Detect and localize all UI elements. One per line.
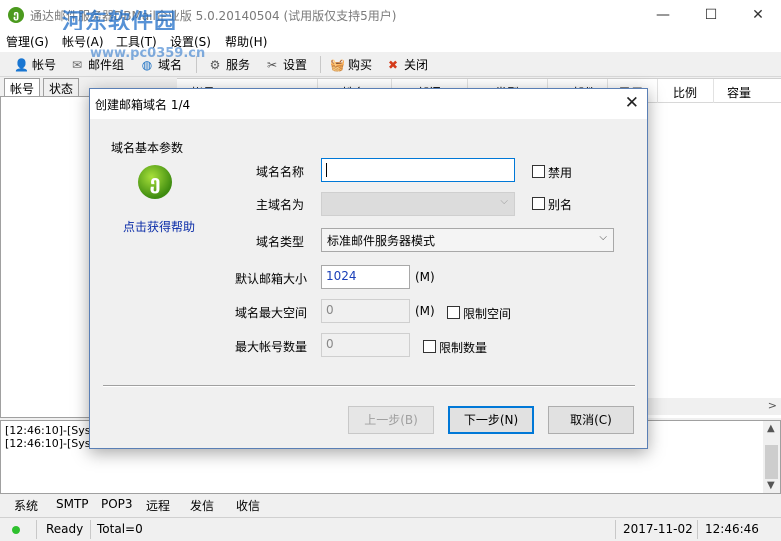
max-space-unit: (M)	[415, 304, 435, 318]
service-gear-icon: ⚙	[209, 57, 221, 72]
default-mailbox-unit: (M)	[415, 270, 435, 284]
basket-icon: 🧺	[330, 57, 345, 72]
alias-checkbox-label: 别名	[548, 198, 573, 212]
domain-type-label: 域名类型	[256, 235, 305, 249]
tab-remote[interactable]: 远程	[146, 497, 170, 514]
limit-space-checkbox[interactable]	[447, 306, 460, 319]
cancel-button[interactable]: 取消(C)	[548, 406, 634, 434]
help-link[interactable]: 点击获得帮助	[123, 218, 195, 235]
toolbar-service-button[interactable]: ⚙ 服务	[208, 55, 250, 74]
column-divider	[713, 79, 714, 103]
status-bar: Ready Total=0 2017-11-02 12:46:46	[0, 517, 781, 541]
max-accounts-input[interactable]: 0	[321, 333, 410, 357]
limit-accounts-checkbox[interactable]	[423, 340, 436, 353]
domain-type-value: 标准邮件服务器模式	[327, 234, 436, 248]
scroll-thumb[interactable]	[765, 445, 778, 479]
close-window-button[interactable]: ✕	[735, 0, 781, 30]
domain-type-select[interactable]: 标准邮件服务器模式 ⌵	[321, 228, 614, 252]
toolbar-settings-label: 设置	[283, 58, 308, 72]
toolbar-separator	[320, 56, 321, 73]
tab-pop3[interactable]: POP3	[101, 497, 133, 511]
tools-icon: ✂	[266, 57, 278, 72]
main-domain-select[interactable]: ⌵	[321, 192, 515, 216]
dialog-title: 创建邮箱域名 1/4	[95, 98, 191, 112]
domain-name-input[interactable]	[321, 158, 515, 182]
status-separator	[90, 520, 91, 539]
main-domain-label: 主域名为	[256, 198, 305, 212]
toolbar-account-label: 帐号	[32, 58, 57, 72]
status-state: Ready	[46, 522, 84, 536]
toolbar-account-button[interactable]: 👤 帐号	[14, 55, 56, 74]
scroll-up-icon[interactable]: ▲	[767, 423, 775, 434]
tab-receive[interactable]: 收信	[236, 497, 260, 514]
close-x-icon: ✖	[387, 57, 399, 72]
toolbar-service-label: 服务	[226, 58, 251, 72]
toolbar-buy-label: 购买	[348, 58, 373, 72]
col-capacity[interactable]: 容量	[727, 84, 751, 101]
status-date: 2017-11-02	[623, 522, 693, 536]
menu-help[interactable]: 帮助(H)	[225, 33, 267, 50]
domain-name-label: 域名名称	[256, 165, 305, 179]
dialog-titlebar: 创建邮箱域名 1/4 ✕	[90, 89, 647, 119]
toolbar-settings-button[interactable]: ✂ 设置	[265, 55, 307, 74]
limit-accounts-label: 限制数量	[439, 341, 488, 355]
menu-manage[interactable]: 管理(G)	[6, 33, 49, 50]
toolbar-close-label: 关闭	[404, 58, 429, 72]
tab-account[interactable]: 帐号	[4, 78, 41, 97]
alias-checkbox[interactable]	[532, 197, 545, 210]
bottom-tab-strip: 系统 SMTP POP3 远程 发信 收信	[0, 495, 781, 515]
scroll-down-icon[interactable]: ▼	[767, 480, 775, 491]
default-mailbox-label: 默认邮箱大小	[235, 272, 308, 286]
status-led-icon	[12, 526, 20, 534]
default-mailbox-input[interactable]: 1024	[321, 265, 410, 289]
maximize-button[interactable]: ☐	[688, 0, 734, 30]
minimize-button[interactable]: —	[640, 0, 686, 30]
max-space-input[interactable]: 0	[321, 299, 410, 323]
user-icon: 👤	[14, 57, 29, 72]
column-divider	[657, 79, 658, 103]
chevron-down-icon: ⌵	[599, 232, 607, 243]
toolbar-buy-button[interactable]: 🧺 购买	[330, 55, 372, 74]
log-vertical-scrollbar[interactable]: ▲ ▼	[763, 421, 780, 493]
tab-send[interactable]: 发信	[190, 497, 214, 514]
max-space-label: 域名最大空间	[235, 306, 308, 320]
dialog-close-icon[interactable]: ✕	[625, 93, 639, 113]
status-separator	[697, 520, 698, 539]
dialog-divider	[103, 385, 635, 387]
tab-smtp[interactable]: SMTP	[56, 497, 89, 511]
tab-system[interactable]: 系统	[14, 497, 38, 514]
disable-checkbox-label: 禁用	[548, 166, 573, 180]
status-separator	[36, 520, 37, 539]
max-accounts-label: 最大帐号数量	[235, 340, 308, 354]
chevron-down-icon: ⌵	[500, 196, 508, 207]
next-step-button[interactable]: 下一步(N)	[448, 406, 534, 434]
status-total: Total=0	[97, 522, 143, 536]
watermark-url: www.pc0359.cn	[90, 46, 206, 61]
app-logo-icon: ე	[8, 7, 24, 23]
col-ratio[interactable]: 比例	[673, 84, 697, 101]
toolbar-close-button[interactable]: ✖ 关闭	[386, 55, 428, 74]
product-logo-icon: ე	[138, 165, 172, 199]
scroll-right-icon[interactable]: >	[768, 399, 777, 412]
disable-checkbox[interactable]	[532, 165, 545, 178]
limit-space-label: 限制空间	[463, 307, 512, 321]
status-time: 12:46:46	[705, 522, 759, 536]
left-tab-strip: 帐号 状态	[0, 78, 85, 97]
text-cursor	[326, 163, 327, 177]
group-label: 域名基本参数	[111, 141, 184, 155]
create-domain-dialog: 创建邮箱域名 1/4 ✕ 域名基本参数 ე 点击获得帮助 域名名称 禁用 主域名…	[89, 88, 648, 449]
tab-status[interactable]: 状态	[43, 78, 80, 97]
mail-group-icon: ✉	[71, 57, 83, 72]
status-separator	[615, 520, 616, 539]
main-titlebar: ე 通达邮件服务器DBMail企业版 5.0.20140504 (试用版仅支持5…	[0, 0, 781, 35]
prev-step-button[interactable]: 上一步(B)	[348, 406, 434, 434]
